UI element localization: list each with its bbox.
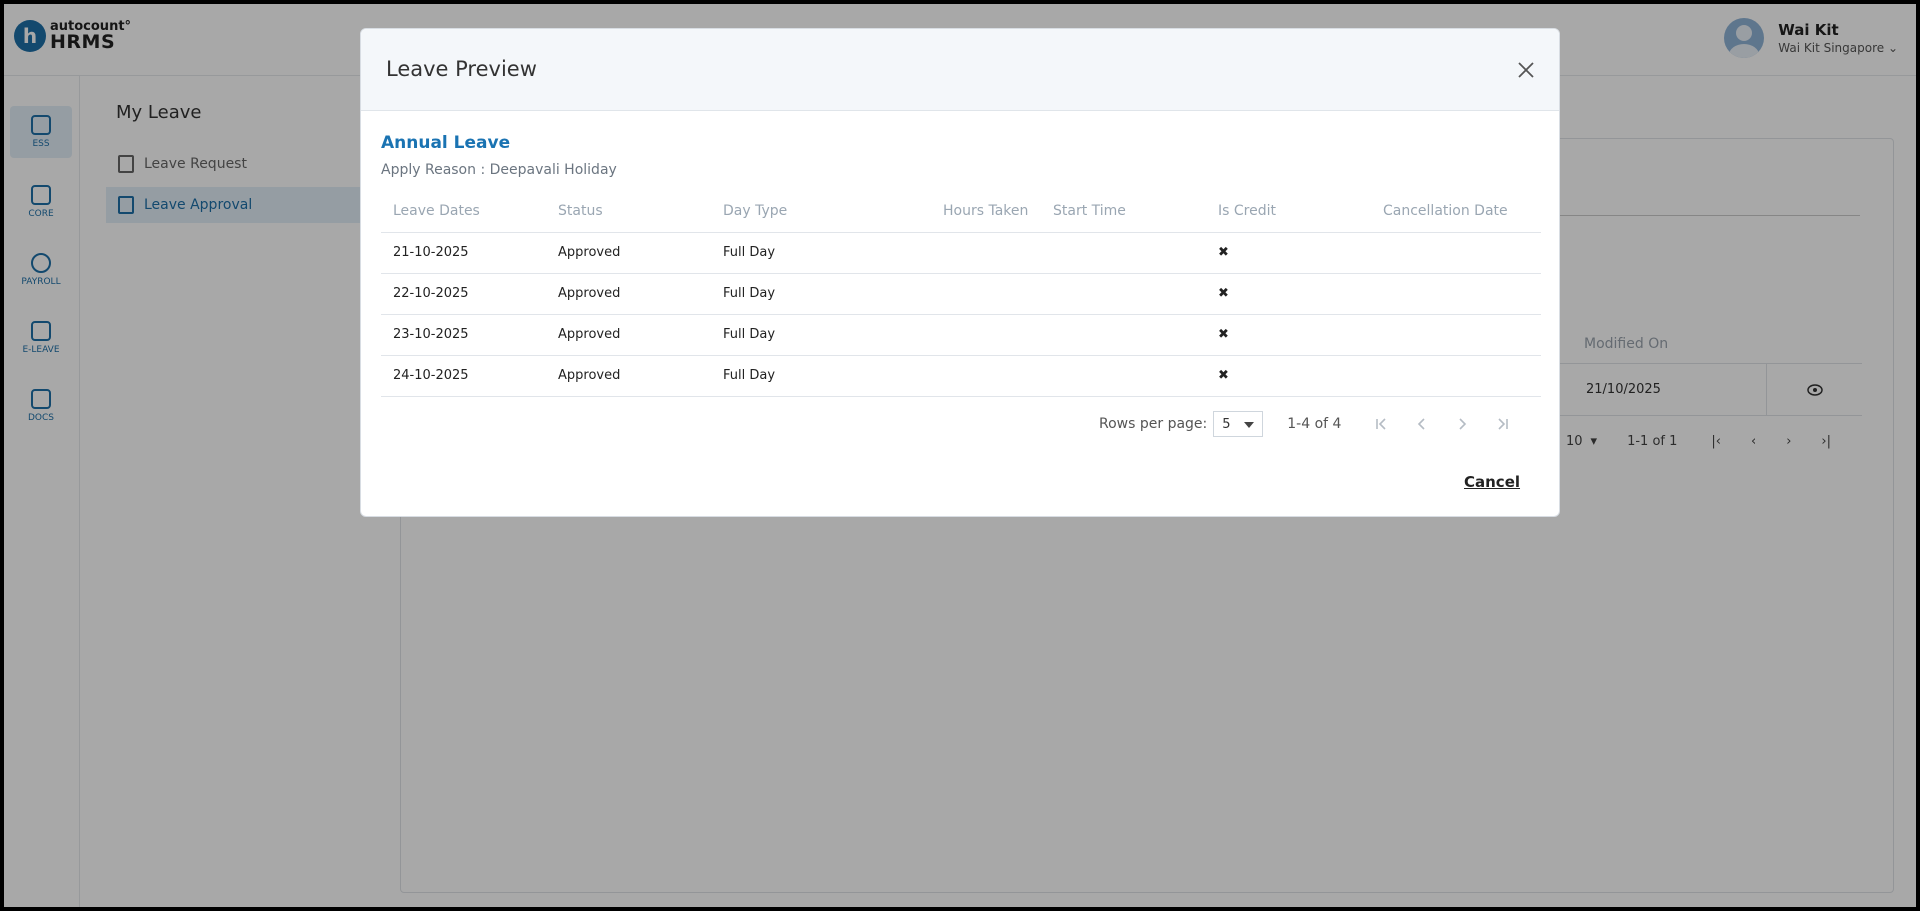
rows-per-page-value: 5 — [1222, 416, 1231, 432]
hours-cell — [931, 355, 1041, 397]
status-cell: Approved — [546, 314, 711, 356]
col-start-time: Start Time — [1041, 190, 1206, 233]
apply-reason: Apply Reason : Deepavali Holiday — [381, 162, 617, 178]
cross-icon: ✖ — [1206, 273, 1371, 315]
table-row: 21-10-2025 Approved Full Day ✖ — [381, 232, 1541, 274]
leave-date-cell: 21-10-2025 — [381, 232, 546, 274]
dialog-title: Leave Preview — [386, 57, 537, 81]
cancellation-date-cell — [1371, 232, 1541, 274]
col-status: Status — [546, 190, 711, 233]
col-day-type: Day Type — [711, 190, 931, 233]
col-leave-dates: Leave Dates — [381, 190, 546, 233]
next-page-icon[interactable] — [1453, 415, 1471, 433]
prev-page-icon[interactable] — [1413, 415, 1431, 433]
leave-date-cell: 22-10-2025 — [381, 273, 546, 315]
leave-type-title: Annual Leave — [381, 133, 511, 153]
last-page-icon[interactable] — [1493, 415, 1511, 433]
page-range: 1-4 of 4 — [1287, 416, 1342, 432]
table-row: 22-10-2025 Approved Full Day ✖ — [381, 273, 1541, 315]
status-cell: Approved — [546, 273, 711, 315]
day-type-cell: Full Day — [711, 273, 931, 315]
leave-date-cell: 24-10-2025 — [381, 355, 546, 397]
start-time-cell — [1041, 232, 1206, 274]
cancel-button[interactable]: Cancel — [1464, 473, 1520, 491]
close-icon[interactable] — [1515, 59, 1537, 81]
rows-per-page-label: Rows per page: — [1099, 416, 1208, 432]
dialog-header: Leave Preview — [361, 29, 1559, 111]
rows-per-page-select[interactable]: 5 — [1213, 411, 1264, 437]
day-type-cell: Full Day — [711, 232, 931, 274]
hours-cell — [931, 273, 1041, 315]
first-page-icon[interactable] — [1373, 415, 1391, 433]
cross-icon: ✖ — [1206, 232, 1371, 274]
table-row: 24-10-2025 Approved Full Day ✖ — [381, 355, 1541, 397]
hours-cell — [931, 232, 1041, 274]
day-type-cell: Full Day — [711, 355, 931, 397]
table-row: 23-10-2025 Approved Full Day ✖ — [381, 314, 1541, 356]
start-time-cell — [1041, 355, 1206, 397]
col-hours-taken: Hours Taken — [931, 190, 1041, 233]
table-pager: Rows per page: 5 1-4 of 4 — [1099, 411, 1511, 437]
col-cancellation-date: Cancellation Date — [1371, 190, 1541, 233]
start-time-cell — [1041, 314, 1206, 356]
cross-icon: ✖ — [1206, 355, 1371, 397]
leave-preview-dialog: Leave Preview Annual Leave Apply Reason … — [360, 28, 1560, 517]
hours-cell — [931, 314, 1041, 356]
leave-dates-table: Leave Dates Status Day Type Hours Taken … — [381, 190, 1541, 397]
leave-date-cell: 23-10-2025 — [381, 314, 546, 356]
cross-icon: ✖ — [1206, 314, 1371, 356]
cancellation-date-cell — [1371, 355, 1541, 397]
cancellation-date-cell — [1371, 314, 1541, 356]
app-window: h autocount° HRMS Wai Kit Wai Kit Singap… — [4, 4, 1916, 907]
start-time-cell — [1041, 273, 1206, 315]
status-cell: Approved — [546, 355, 711, 397]
status-cell: Approved — [546, 232, 711, 274]
day-type-cell: Full Day — [711, 314, 931, 356]
col-is-credit: Is Credit — [1206, 190, 1371, 233]
cancellation-date-cell — [1371, 273, 1541, 315]
